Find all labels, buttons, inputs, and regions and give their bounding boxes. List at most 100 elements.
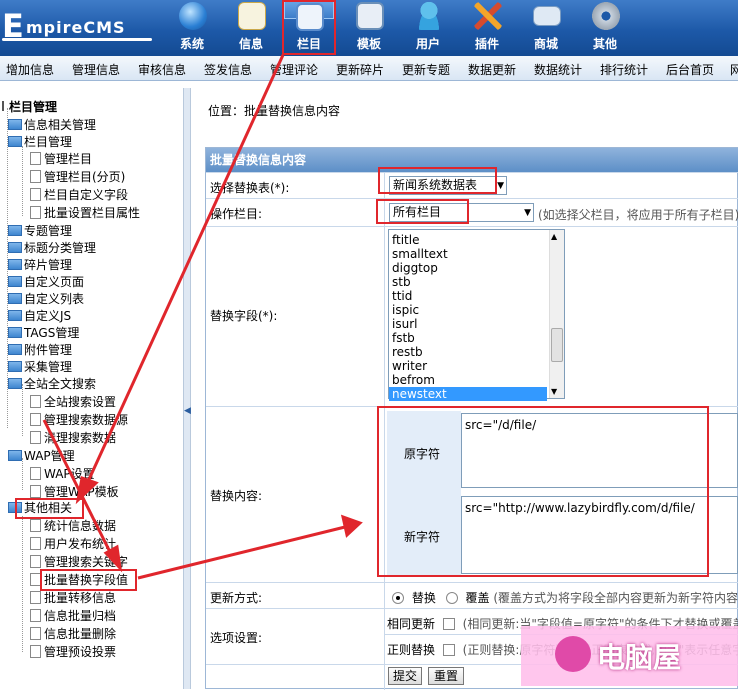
page-icon xyxy=(30,485,41,498)
column-label: 操作栏目: xyxy=(210,207,263,221)
field-option[interactable]: stb xyxy=(392,275,411,289)
tree-item-attachments[interactable]: 附件管理 xyxy=(8,342,72,358)
nav-user[interactable]: 用户 xyxy=(402,0,454,56)
sidebar-splitter[interactable]: ◀ xyxy=(183,88,191,689)
field-option[interactable]: isurl xyxy=(392,317,417,331)
tree-item-manage-column-paged[interactable]: 管理栏目(分页) xyxy=(30,169,125,185)
tree-item-title-cat[interactable]: 标题分类管理 xyxy=(8,240,96,256)
gear-icon xyxy=(592,2,620,30)
tree-item-info-mgmt[interactable]: 信息相关管理 xyxy=(8,117,96,133)
tree-item-custom-fields[interactable]: 栏目自定义字段 xyxy=(30,187,128,203)
tree-item-custom-pages[interactable]: 自定义页面 xyxy=(8,274,84,290)
checkbox-regex[interactable] xyxy=(442,644,455,656)
scroll-up-icon[interactable]: ▲ xyxy=(551,232,557,241)
row-column: 操作栏目: 所有栏目 ▼ (如选择父栏目，将应用于所有子栏目) xyxy=(206,198,738,226)
field-label: 替换字段(*): xyxy=(210,309,278,323)
tree-item-batch-attr[interactable]: 批量设置栏目属性 xyxy=(30,205,140,221)
field-option[interactable]: diggtop xyxy=(392,261,438,275)
folder-icon xyxy=(8,259,22,270)
listbox-scrollbar[interactable]: ▲ ▼ xyxy=(549,230,564,398)
tree-item-tags[interactable]: TAGS管理 xyxy=(8,325,79,341)
breadcrumb: 位置：批量替换信息内容 xyxy=(208,104,341,118)
field-option[interactable]: smalltext xyxy=(392,247,448,261)
page-icon xyxy=(30,555,41,568)
page-icon xyxy=(30,591,41,604)
tree-item-wap-settings[interactable]: WAP设置 xyxy=(30,466,95,482)
collapse-arrow-icon[interactable]: ◀ xyxy=(184,406,191,416)
top-header: E mpireCMS 系统 信息 栏目 模板 用户 插件 商城 其他 xyxy=(0,0,738,56)
nav-system[interactable]: 系统 xyxy=(166,0,218,56)
page-icon xyxy=(30,627,41,640)
nav-other[interactable]: 其他 xyxy=(579,0,631,56)
tree-item-wap[interactable]: WAP管理 xyxy=(8,448,75,464)
field-option[interactable]: restb xyxy=(392,345,423,359)
watermark-logo: 电脑屋 xyxy=(521,626,738,686)
menu-manage-info[interactable]: 管理信息 xyxy=(72,61,120,78)
field-listbox[interactable]: ftitle smalltext diggtop stb ttid ispic isurl f… xyxy=(388,229,565,401)
tree-item-batch-archive[interactable]: 信息批量归档 xyxy=(30,608,116,624)
page-icon xyxy=(30,467,41,480)
submit-button[interactable]: 提交 xyxy=(388,667,422,685)
field-option[interactable]: ttid xyxy=(392,289,412,303)
tree-item-fragments[interactable]: 碎片管理 xyxy=(8,257,72,273)
tree-item-ft-manage[interactable]: 管理搜索数据源 xyxy=(30,412,128,428)
radio-overwrite[interactable] xyxy=(445,592,458,604)
options-label: 选项设置: xyxy=(210,631,263,645)
menu-data-update[interactable]: 数据更新 xyxy=(468,61,516,78)
tree-item-topics[interactable]: 专题管理 xyxy=(8,223,72,239)
field-option[interactable]: befrom xyxy=(392,373,435,387)
menu-update-fragments[interactable]: 更新碎片 xyxy=(336,61,384,78)
tree-item-fulltext[interactable]: 全站全文搜索 xyxy=(8,376,96,392)
field-option[interactable]: newstext xyxy=(389,387,547,401)
tree-item-ft-clean[interactable]: 清理搜索数据 xyxy=(30,430,116,446)
page-icon xyxy=(30,395,41,408)
menu-admin-home[interactable]: 后台首页 xyxy=(666,61,714,78)
globe-icon xyxy=(179,2,207,30)
radio-replace[interactable] xyxy=(392,592,404,604)
scroll-thumb[interactable] xyxy=(551,328,563,362)
scroll-down-icon[interactable]: ▼ xyxy=(551,387,557,396)
tree-item-preset-votes[interactable]: 管理预设投票 xyxy=(30,644,116,660)
tree-item-collect[interactable]: 采集管理 xyxy=(8,359,72,375)
tree-item-search-keywords[interactable]: 管理搜索关键字 xyxy=(30,554,128,570)
menu-more[interactable]: 网 xyxy=(730,61,738,78)
menu-review-info[interactable]: 审核信息 xyxy=(138,61,186,78)
tree-root: 栏目管理 xyxy=(2,99,57,115)
menu-add-info[interactable]: 增加信息 xyxy=(6,61,54,78)
replace-content-highlight xyxy=(377,406,709,577)
folder-icon xyxy=(8,344,22,355)
watermark-text: 电脑屋 xyxy=(597,641,682,674)
tree-item-custom-lists[interactable]: 自定义列表 xyxy=(8,291,84,307)
mode-hint: (覆盖方式为将字段全部内容更新为新字符内容) xyxy=(493,591,738,605)
field-option[interactable]: ftitle xyxy=(392,233,419,247)
tree-item-user-stats[interactable]: 用户发布统计 xyxy=(30,536,116,552)
function-menu-bar: 增加信息 管理信息 审核信息 签发信息 管理评论 更新碎片 更新专题 数据更新 … xyxy=(0,56,738,81)
folder-icon xyxy=(8,293,22,304)
template-icon xyxy=(356,2,384,30)
tree-item-column-mgmt[interactable]: 栏目管理 xyxy=(8,134,72,150)
tree-item-batch-move[interactable]: 批量转移信息 xyxy=(30,590,116,606)
menu-sign-info[interactable]: 签发信息 xyxy=(204,61,252,78)
tree-item-stats[interactable]: 统计信息数据 xyxy=(30,518,116,534)
tree-item-batch-delete[interactable]: 信息批量删除 xyxy=(30,626,116,642)
nav-info[interactable]: 信息 xyxy=(225,0,277,56)
reset-button[interactable]: 重置 xyxy=(428,667,464,685)
field-option[interactable]: fstb xyxy=(392,331,415,345)
nav-template[interactable]: 模板 xyxy=(343,0,395,56)
field-option[interactable]: ispic xyxy=(392,303,419,317)
mode-label: 更新方式: xyxy=(210,591,263,605)
field-option[interactable]: writer xyxy=(392,359,427,373)
folder-icon xyxy=(8,242,22,253)
nav-plugin[interactable]: 插件 xyxy=(461,0,513,56)
tree-item-custom-js[interactable]: 自定义JS xyxy=(8,308,71,324)
menu-update-topics[interactable]: 更新专题 xyxy=(402,61,450,78)
checkbox-same-update[interactable] xyxy=(442,618,455,630)
menu-data-stats[interactable]: 数据统计 xyxy=(534,61,582,78)
tree-item-ft-settings[interactable]: 全站搜索设置 xyxy=(30,394,116,410)
tree-item-manage-column[interactable]: 管理栏目 xyxy=(30,151,92,167)
nav-shop[interactable]: 商城 xyxy=(520,0,572,56)
menu-rank-stats[interactable]: 排行统计 xyxy=(600,61,648,78)
page-icon xyxy=(30,609,41,622)
menu-manage-comments[interactable]: 管理评论 xyxy=(270,61,318,78)
row-mode: 更新方式: 替换 覆盖 (覆盖方式为将字段全部内容更新为新字符内容) xyxy=(206,582,738,608)
